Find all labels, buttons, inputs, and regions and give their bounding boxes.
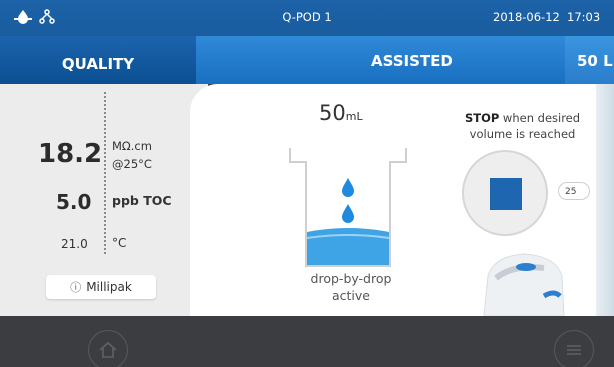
menu-button[interactable]: [554, 330, 594, 367]
dispense-indicator: 25: [558, 182, 590, 200]
stop-button[interactable]: [462, 150, 548, 236]
temperature-unit: °C: [112, 236, 127, 250]
purification-pack-button[interactable]: ⓘ Millipak: [46, 275, 156, 299]
volume-value: 50: [319, 101, 346, 125]
tab-row: QUALITY ASSISTED 50 L: [0, 36, 614, 84]
status-bar: Q-POD 1 2018-06-12 17:03: [0, 0, 614, 36]
quality-panel: 18.2 MΩ.cm @25°C 5.0 ppb TOC 21.0 °C ⓘ Mi…: [0, 84, 208, 316]
indicator-value: 25: [565, 187, 577, 197]
tab-volume-label: 50 L: [577, 52, 613, 70]
stop-instruction: STOP when desired volume is reached: [455, 110, 590, 142]
volume-gauge: [596, 84, 614, 316]
resistivity-unit: MΩ.cm: [112, 139, 152, 153]
info-icon: ⓘ: [70, 281, 82, 294]
stop-square-icon: [490, 178, 522, 210]
dispenser-icon: [483, 253, 565, 316]
tab-volume[interactable]: 50 L: [565, 36, 614, 84]
resistivity-reference: @25°C: [112, 157, 152, 171]
time-display: 17:03: [567, 10, 601, 24]
resistivity-value: 18.2: [38, 139, 103, 169]
toc-unit: ppb TOC: [112, 193, 172, 208]
tab-assisted-label: ASSISTED: [371, 52, 453, 70]
tab-assisted[interactable]: ASSISTED: [196, 36, 596, 84]
dispense-mode-text: drop-by-drop active: [291, 270, 411, 304]
home-icon: [99, 341, 117, 358]
home-button[interactable]: [88, 330, 128, 367]
tab-quality[interactable]: QUALITY: [0, 36, 196, 84]
divider: [104, 92, 106, 254]
dispense-mode-line1: drop-by-drop: [310, 271, 392, 286]
screen: Q-POD 1 2018-06-12 17:03 QUALITY ASSISTE…: [0, 0, 614, 367]
volume-label: 50mL: [319, 101, 363, 125]
purification-pack-label: Millipak: [86, 280, 132, 294]
menu-icon: [567, 345, 581, 355]
volume-unit: mL: [345, 110, 363, 123]
stop-word: STOP: [464, 111, 500, 125]
date-display: 2018-06-12: [493, 10, 560, 24]
toc-value: 5.0: [56, 190, 92, 214]
beaker-icon: [289, 148, 407, 267]
temperature-value: 21.0: [61, 237, 88, 251]
dispense-mode-line2: active: [332, 288, 370, 303]
